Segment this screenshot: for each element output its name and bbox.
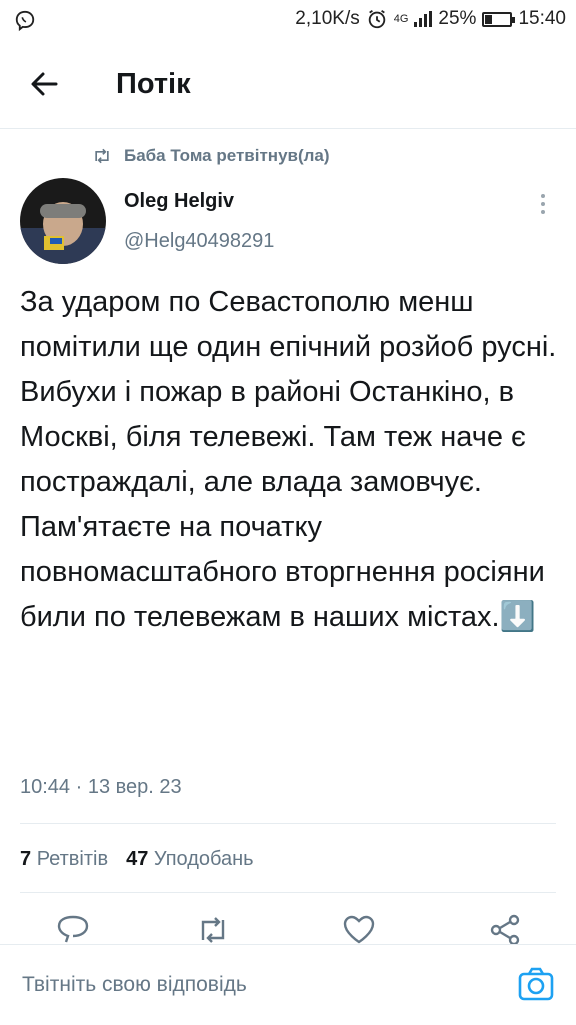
avatar[interactable]: [20, 178, 106, 264]
more-options-icon[interactable]: [536, 192, 550, 216]
tweet-paragraph-1: За ударом по Севастополю менш помітили щ…: [20, 286, 557, 498]
retweet-small-icon: [95, 148, 109, 164]
reply-icon[interactable]: [56, 914, 90, 944]
share-icon[interactable]: [488, 914, 522, 944]
retweeted-by-label: Баба Тома ретвітнув(ла): [124, 146, 330, 165]
retweets-stat[interactable]: 7 Ретвітів: [20, 848, 108, 871]
divider: [20, 892, 556, 893]
clock: 15:40: [518, 8, 566, 29]
tweet-actions: [0, 906, 576, 944]
author-handle[interactable]: @Helg40498291: [124, 230, 274, 253]
camera-icon[interactable]: [518, 967, 554, 1001]
app-bar: Потік: [0, 40, 576, 129]
like-icon[interactable]: [342, 914, 376, 944]
reply-bar: Твітніть свою відповідь: [0, 944, 576, 1025]
battery-icon: [482, 11, 516, 27]
tweet-stats: 7 Ретвітів 47 Уподобань: [20, 848, 254, 871]
tweet-text: За ударом по Севастополю менш помітили щ…: [20, 280, 560, 640]
status-bar: 2,10K/s 4G 25% 15:40: [0, 0, 576, 40]
likes-count: 47: [126, 848, 149, 870]
likes-stat[interactable]: 47 Уподобань: [126, 848, 254, 871]
viber-icon: [15, 10, 35, 32]
retweets-count: 7: [20, 848, 32, 870]
retweet-indicator[interactable]: Баба Тома ретвітнув(ла): [92, 146, 330, 166]
arrow-left-icon[interactable]: [24, 64, 64, 104]
network-speed: 2,10K/s: [295, 8, 360, 29]
signal-icon: [414, 11, 433, 27]
alarm-icon: [368, 9, 385, 29]
reply-input[interactable]: Твітніть свою відповідь: [22, 973, 247, 997]
retweets-label: Ретвітів: [36, 848, 109, 870]
network-type: 4G: [393, 13, 409, 25]
retweet-icon[interactable]: [196, 914, 230, 944]
tweet-paragraph-2: Пам'ятаєте на початку повномасштабного в…: [20, 511, 545, 633]
likes-label: Уподобань: [153, 848, 254, 870]
battery-percent: 25%: [438, 8, 477, 29]
page-title: Потік: [116, 68, 191, 100]
tweet-timestamp: 10:44 · 13 вер. 23: [20, 776, 182, 798]
divider: [20, 823, 556, 824]
author-name[interactable]: Oleg Helgiv: [124, 190, 234, 213]
